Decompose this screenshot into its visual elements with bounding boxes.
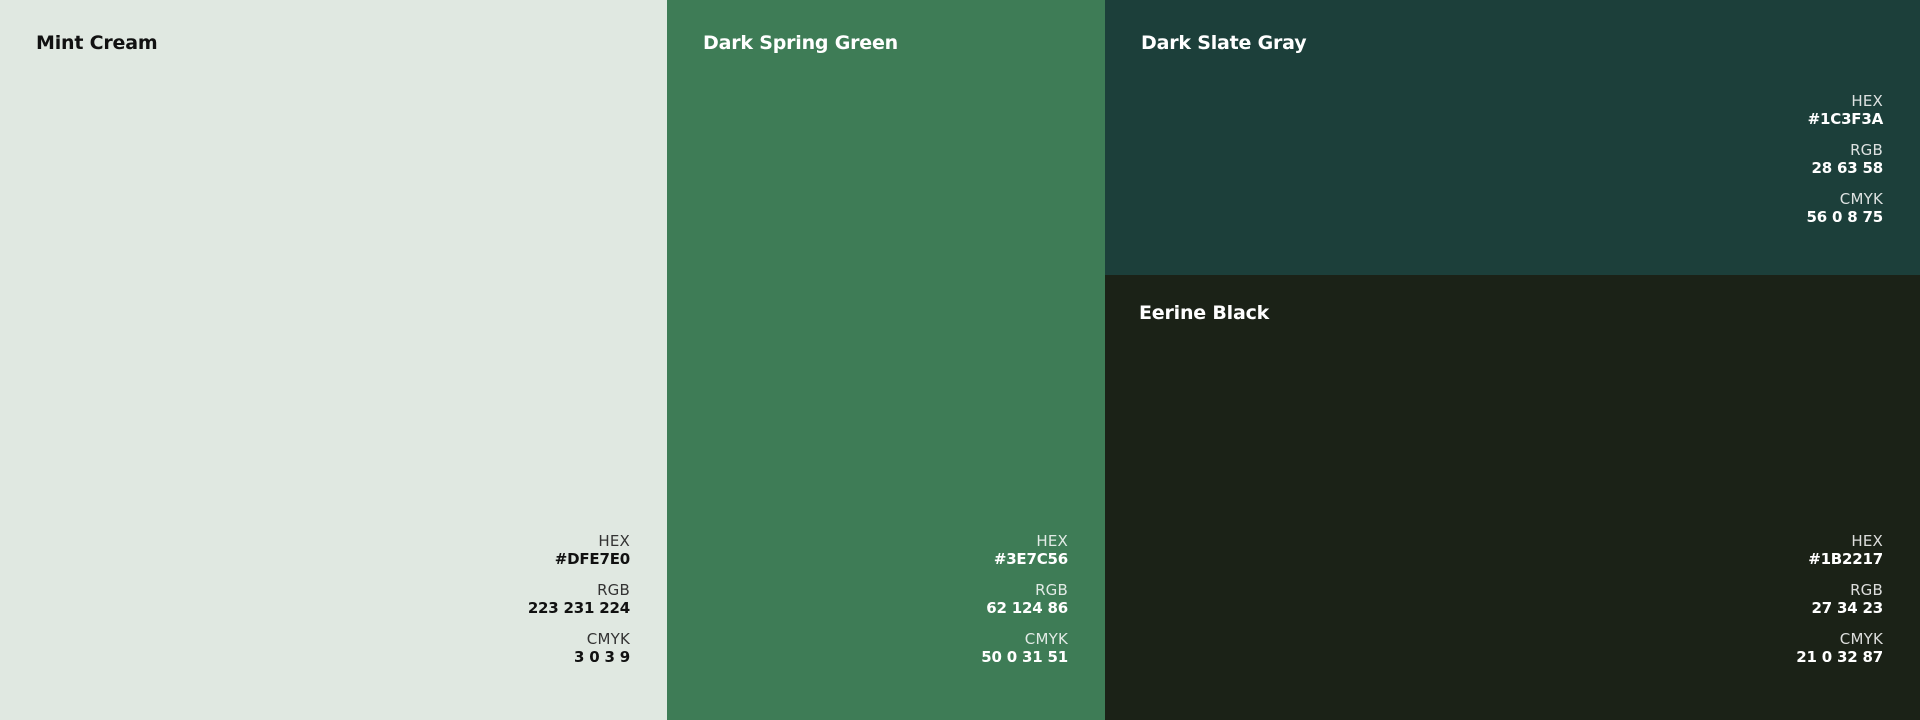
swatch-name: Eerine Black	[1139, 302, 1270, 324]
rgb-label: RGB	[1850, 141, 1883, 159]
cmyk-spec: CMYK 3 0 3 9	[528, 630, 630, 666]
rgb-value: 27 34 23	[1811, 599, 1884, 617]
rgb-value: 223 231 224	[527, 599, 630, 617]
rgb-label: RGB	[1035, 581, 1068, 599]
hex-spec: HEX #1C3F3A	[1807, 92, 1884, 128]
rgb-spec: RGB 62 124 86	[981, 581, 1068, 617]
hex-spec: HEX #1B2217	[1796, 532, 1883, 568]
hex-label: HEX	[598, 532, 630, 550]
hex-value: #3E7C56	[993, 550, 1068, 568]
cmyk-label: CMYK	[1024, 630, 1068, 648]
cmyk-value: 21 0 32 87	[1796, 648, 1883, 666]
rgb-spec: RGB 223 231 224	[528, 581, 630, 617]
cmyk-label: CMYK	[1839, 190, 1883, 208]
cmyk-spec: CMYK 21 0 32 87	[1796, 630, 1883, 666]
swatch-dark-slate-gray: Dark Slate Gray HEX #1C3F3A RGB 28 63 58…	[1105, 0, 1920, 275]
hex-label: HEX	[1036, 532, 1068, 550]
cmyk-value: 50 0 31 51	[981, 648, 1068, 666]
hex-spec: HEX #3E7C56	[981, 532, 1068, 568]
rgb-value: 62 124 86	[986, 599, 1068, 617]
color-specs: HEX #3E7C56 RGB 62 124 86 CMYK 50 0 31 5…	[981, 532, 1068, 666]
cmyk-value: 3 0 3 9	[573, 648, 630, 666]
color-specs: HEX #DFE7E0 RGB 223 231 224 CMYK 3 0 3 9	[528, 532, 630, 666]
swatch-eerine-black: Eerine Black HEX #1B2217 RGB 27 34 23 CM…	[1105, 275, 1920, 720]
swatch-dark-spring-green: Dark Spring Green HEX #3E7C56 RGB 62 124…	[667, 0, 1105, 720]
color-specs: HEX #1C3F3A RGB 28 63 58 CMYK 56 0 8 75	[1807, 92, 1884, 226]
rgb-value: 28 63 58	[1811, 159, 1884, 177]
hex-label: HEX	[1851, 532, 1883, 550]
swatch-mint-cream: Mint Cream HEX #DFE7E0 RGB 223 231 224 C…	[0, 0, 667, 720]
rgb-label: RGB	[1850, 581, 1883, 599]
cmyk-spec: CMYK 50 0 31 51	[981, 630, 1068, 666]
rgb-spec: RGB 28 63 58	[1807, 141, 1884, 177]
cmyk-value: 56 0 8 75	[1806, 208, 1884, 226]
cmyk-spec: CMYK 56 0 8 75	[1807, 190, 1884, 226]
rgb-label: RGB	[597, 581, 630, 599]
rgb-spec: RGB 27 34 23	[1796, 581, 1884, 617]
hex-value: #DFE7E0	[554, 550, 630, 568]
color-palette: Mint Cream HEX #DFE7E0 RGB 223 231 224 C…	[0, 0, 1920, 720]
color-specs: HEX #1B2217 RGB 27 34 23 CMYK 21 0 32 87	[1796, 532, 1883, 666]
cmyk-label: CMYK	[1839, 630, 1883, 648]
swatch-name: Dark Slate Gray	[1141, 32, 1307, 54]
hex-value: #1C3F3A	[1807, 110, 1884, 128]
hex-value: #1B2217	[1808, 550, 1883, 568]
swatch-name: Mint Cream	[36, 32, 158, 54]
cmyk-label: CMYK	[586, 630, 630, 648]
swatch-name: Dark Spring Green	[703, 32, 898, 54]
hex-label: HEX	[1851, 92, 1883, 110]
hex-spec: HEX #DFE7E0	[528, 532, 630, 568]
